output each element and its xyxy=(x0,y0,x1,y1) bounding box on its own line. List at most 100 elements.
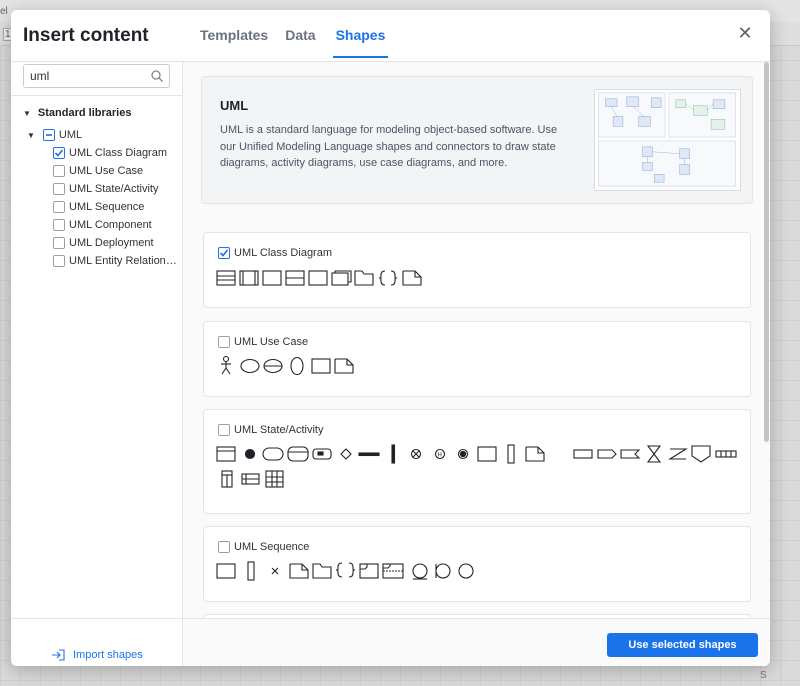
boundary-icon xyxy=(412,563,428,580)
braces-shape-icon xyxy=(335,562,356,578)
sidebar-divider xyxy=(11,95,183,96)
rounded-state-icon xyxy=(262,447,284,461)
tree-item-label: UML Use Case xyxy=(69,165,144,177)
swimlane-horizontal-icon xyxy=(715,450,737,458)
tree-item-label: UML Entity Relations... xyxy=(69,255,177,267)
caret-down-icon[interactable]: ▼ xyxy=(27,131,35,140)
simple-class-shape-icon xyxy=(308,270,328,286)
card-header[interactable]: UML Class Diagram xyxy=(218,247,332,259)
dialog-footer: Use selected shapes xyxy=(183,618,770,666)
checkbox[interactable] xyxy=(218,541,230,553)
card-header[interactable]: UML Use Case xyxy=(218,336,308,348)
uml-info-card: UML UML is a standard language for model… xyxy=(201,76,753,204)
tree-item-label: UML Component xyxy=(69,219,152,231)
checkbox[interactable] xyxy=(53,255,65,267)
note-shape-icon xyxy=(289,563,309,579)
tree-item-label: UML Deployment xyxy=(69,237,154,249)
class-shape-icon xyxy=(216,270,236,286)
uml-group-checkbox[interactable] xyxy=(42,129,55,141)
library-card-uml-use-case[interactable]: UML Use Case xyxy=(203,321,751,397)
use-selected-shapes-button[interactable]: Use selected shapes xyxy=(607,633,758,657)
use-case-shapes[interactable] xyxy=(215,355,375,377)
tab-templates[interactable]: Templates xyxy=(200,10,268,58)
tree-group-uml[interactable]: ▼ UML xyxy=(27,126,82,144)
search-icon[interactable] xyxy=(150,69,164,83)
card-label: UML Use Case xyxy=(234,336,309,348)
caret-down-icon[interactable]: ▼ xyxy=(23,109,31,118)
checkbox[interactable] xyxy=(53,183,65,195)
uml-group-label: UML xyxy=(58,129,83,141)
tree-item-uml-deployment[interactable]: UML Deployment xyxy=(53,234,154,252)
tree-item-uml-entity-relationship[interactable]: UML Entity Relations... xyxy=(53,252,177,270)
grid-lane-icon xyxy=(265,470,284,488)
checkbox[interactable] xyxy=(53,237,65,249)
interface-shape-icon xyxy=(262,270,282,286)
import-icon xyxy=(52,649,65,661)
insert-content-dialog: Insert content Templates Data Shapes ✕ ▼… xyxy=(11,10,770,666)
activation-bar-icon xyxy=(247,561,255,581)
entity-icon xyxy=(458,563,474,579)
tree-item-uml-state-activity[interactable]: UML State/Activity xyxy=(53,180,158,198)
tree-item-uml-use-case[interactable]: UML Use Case xyxy=(53,162,143,180)
braces-shape-icon xyxy=(378,270,398,286)
search-field[interactable] xyxy=(23,64,170,88)
dialog-title: Insert content xyxy=(23,25,149,46)
hourglass-icon xyxy=(646,445,662,463)
content-scrollbar[interactable] xyxy=(764,62,769,442)
composite-state-icon xyxy=(287,446,309,462)
tree-item-uml-sequence[interactable]: UML Sequence xyxy=(53,198,144,216)
dialog-header: Insert content Templates Data Shapes ✕ xyxy=(11,10,770,62)
tab-shapes[interactable]: Shapes xyxy=(332,10,389,58)
standard-libraries-heading[interactable]: ▼ Standard libraries xyxy=(23,107,131,119)
standard-libraries-label: Standard libraries xyxy=(37,107,132,119)
search-input[interactable] xyxy=(24,65,144,87)
state-activity-shapes[interactable]: H xyxy=(215,442,745,492)
card-header[interactable]: UML Sequence xyxy=(218,541,309,553)
library-card-uml-state-activity[interactable]: UML State/Activity H xyxy=(203,409,751,514)
checkmark-icon xyxy=(219,249,229,257)
card-label: UML State/Activity xyxy=(234,424,324,436)
svg-text:H: H xyxy=(438,453,442,459)
checkbox[interactable] xyxy=(53,147,65,159)
shapes-content: UML UML is a standard language for model… xyxy=(183,62,770,618)
library-card-uml-class-diagram[interactable]: UML Class Diagram xyxy=(203,232,751,308)
package-shape-icon xyxy=(354,270,374,286)
final-state-icon xyxy=(457,448,469,460)
class-diagram-shapes[interactable] xyxy=(215,269,445,289)
tab-data[interactable]: Data xyxy=(285,10,315,58)
flow-final-icon xyxy=(410,448,422,460)
tree-item-uml-class-diagram[interactable]: UML Class Diagram xyxy=(53,144,167,162)
sequence-shapes[interactable] xyxy=(215,560,485,582)
stacked-class-shape-icon xyxy=(331,270,352,286)
info-title: UML xyxy=(220,98,249,113)
lifeline-box-icon xyxy=(216,563,236,579)
checkbox[interactable] xyxy=(53,165,65,177)
import-shapes-link[interactable]: Import shapes xyxy=(51,649,143,661)
background-bottom-text: S xyxy=(760,670,767,681)
checkbox[interactable] xyxy=(218,424,230,436)
swimlane-vertical-icon xyxy=(221,470,233,488)
checkmark-icon xyxy=(54,149,64,157)
close-icon[interactable]: ✕ xyxy=(736,24,754,42)
object-node-icon xyxy=(507,444,515,464)
actor-shape-icon xyxy=(221,355,231,375)
vertical-bar-icon xyxy=(391,444,396,464)
library-card-uml-sequence[interactable]: UML Sequence xyxy=(203,526,751,602)
system-boundary-icon xyxy=(311,358,331,374)
card-header[interactable]: UML State/Activity xyxy=(218,424,323,436)
use-case-split-ellipse-icon xyxy=(263,358,283,374)
checkbox[interactable] xyxy=(53,201,65,213)
small-rect-icon xyxy=(573,449,593,459)
sidebar-bottom-divider xyxy=(11,618,183,619)
checkbox[interactable] xyxy=(218,336,230,348)
alt-frame-icon xyxy=(382,563,404,579)
tree-item-uml-component[interactable]: UML Component xyxy=(53,216,152,234)
destroy-x-icon xyxy=(271,567,279,575)
use-case-ellipse-icon xyxy=(240,358,260,374)
card-label: UML Class Diagram xyxy=(234,247,333,259)
checkbox[interactable] xyxy=(53,219,65,231)
control-icon xyxy=(435,563,451,579)
state-box-icon xyxy=(216,446,236,462)
sidebar: ▼ Standard libraries ▼ UML UML Class Diag… xyxy=(11,62,183,666)
checkbox[interactable] xyxy=(218,247,230,259)
